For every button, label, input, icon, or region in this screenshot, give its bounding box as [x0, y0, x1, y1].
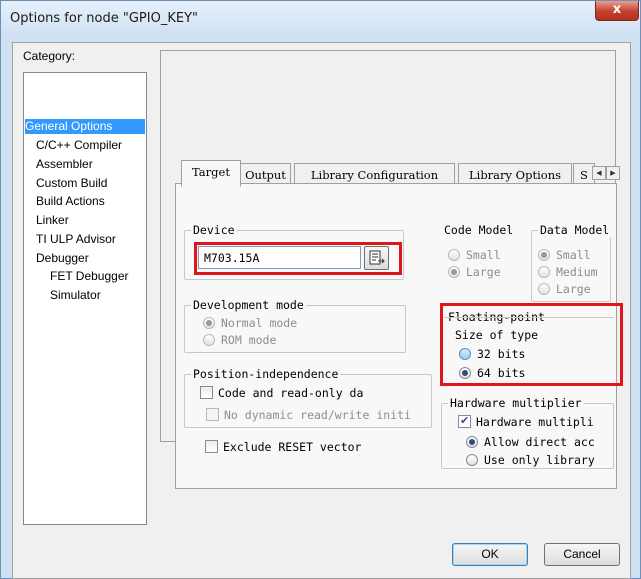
development-mode-title: Development mode: [191, 298, 306, 312]
category-list[interactable]: General Options C/C++ Compiler Assembler…: [23, 72, 147, 525]
category-item-build-actions[interactable]: Build Actions: [36, 194, 105, 209]
category-label: Category:: [23, 49, 76, 63]
radio-icon: [466, 454, 478, 466]
tab-scroll-arrows: ◀ ▶: [592, 166, 620, 180]
radio-selected-icon: [466, 436, 478, 448]
code-model-title: Code Model: [442, 223, 516, 237]
floating-point-highlight-box: [440, 303, 623, 386]
category-item-linker[interactable]: Linker: [36, 213, 69, 228]
tab-scroll-left-button[interactable]: ◀: [592, 166, 606, 180]
ok-button[interactable]: OK: [452, 543, 528, 566]
arrow-left-icon: ◀: [596, 169, 602, 177]
radio-icon: [203, 334, 215, 346]
radio-icon: [448, 249, 460, 261]
category-item-debugger[interactable]: Debugger: [36, 251, 89, 266]
hardware-multiplier-title: Hardware multiplier: [448, 396, 584, 410]
checkbox-icon: [206, 408, 219, 421]
category-item-fet-debugger[interactable]: FET Debugger: [50, 269, 129, 284]
arrow-right-icon: ▶: [610, 169, 616, 177]
window-title: Options for node "GPIO_KEY": [10, 11, 198, 26]
checkbox-icon: [205, 440, 218, 453]
category-item-general-options[interactable]: General Options: [25, 119, 145, 134]
tab-scroll-right-button[interactable]: ▶: [606, 166, 620, 180]
radio-icon: [538, 283, 550, 295]
close-icon: x: [612, 2, 622, 17]
close-button[interactable]: x: [595, 1, 639, 21]
tab-target[interactable]: Target: [181, 160, 241, 187]
checkmark-icon: [458, 414, 471, 428]
category-item-c-compiler[interactable]: C/C++ Compiler: [36, 138, 122, 153]
category-item-simulator[interactable]: Simulator: [50, 288, 101, 303]
title-bar: Options for node "GPIO_KEY" x: [1, 1, 640, 37]
cancel-button[interactable]: Cancel: [544, 543, 620, 566]
radio-icon: [538, 266, 550, 278]
radio-selected-icon: [448, 266, 460, 278]
device-group-title: Device: [191, 223, 237, 237]
category-item-assembler[interactable]: Assembler: [36, 157, 93, 172]
position-independence-title: Position-independence: [191, 367, 341, 381]
radio-selected-icon: [538, 249, 550, 261]
checkbox-icon: [200, 386, 213, 399]
radio-selected-icon: [203, 317, 215, 329]
data-model-title: Data Model: [538, 223, 612, 237]
category-item-custom-build[interactable]: Custom Build: [36, 176, 107, 191]
category-item-ti-ulp-advisor[interactable]: TI ULP Advisor: [36, 232, 116, 247]
device-highlight-box: [194, 242, 402, 275]
